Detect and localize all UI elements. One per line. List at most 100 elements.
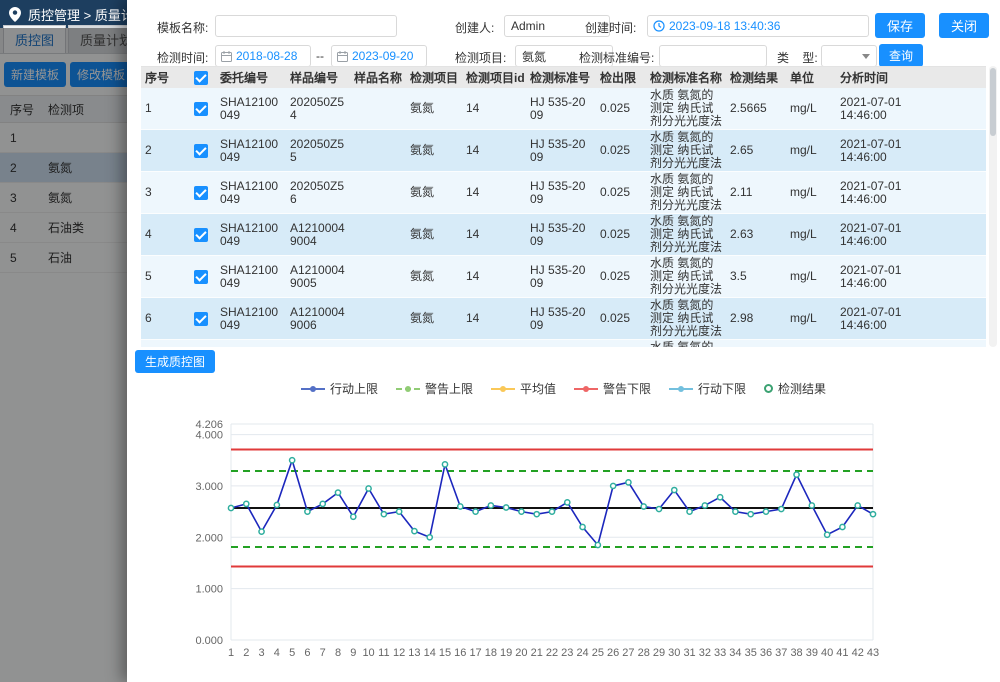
- header-result: 检测结果: [726, 67, 786, 88]
- svg-text:40: 40: [821, 647, 833, 659]
- breadcrumb-separator: >: [84, 8, 92, 23]
- table-row: 6SHA12100049A12100049006氨氮14HJ 535-20090…: [141, 298, 986, 340]
- legend-label: 行动上限: [330, 380, 378, 397]
- cell-detect-item: 氨氮: [406, 88, 462, 130]
- legend-item[interactable]: 平均值: [491, 380, 556, 397]
- legend-item[interactable]: 检测结果: [764, 380, 826, 397]
- detect-time-from-field[interactable]: [215, 45, 311, 67]
- legend-item[interactable]: 行动下限: [669, 380, 746, 397]
- svg-text:23: 23: [561, 647, 573, 659]
- cell-sample-no: A12100049006: [286, 298, 350, 340]
- cell-sample-no: A12100049005: [286, 256, 350, 298]
- chevron-down-icon: [862, 54, 870, 59]
- svg-text:43: 43: [867, 647, 879, 659]
- select-all-checkbox[interactable]: [194, 71, 208, 85]
- results-table: 序号 委托编号 样品编号 样品名称 检测项目 检测项目id 检测标准号 检出限 …: [141, 67, 986, 347]
- svg-text:13: 13: [408, 647, 420, 659]
- cell-unit: [786, 340, 836, 348]
- detect-time-to-input[interactable]: [352, 49, 421, 63]
- cell-analysis-time: 2021-07-01 14:46:00: [836, 256, 986, 298]
- row-checkbox[interactable]: [194, 228, 208, 242]
- cell-no: 5: [141, 256, 190, 298]
- cell-standard-no: HJ 535-2009: [526, 256, 596, 298]
- cell-sample-name: [350, 130, 406, 172]
- cell-unit: mg/L: [786, 88, 836, 130]
- svg-text:2.000: 2.000: [195, 532, 223, 544]
- breadcrumb-root[interactable]: 质控管理: [28, 8, 80, 23]
- cell-standard-name: 水质 氨氮的测定 纳氏试剂分光光度法: [646, 130, 726, 172]
- svg-text:14: 14: [424, 647, 436, 659]
- cell-item-id: 14: [462, 172, 526, 214]
- cell-no: 4: [141, 214, 190, 256]
- cell-result: 2.11: [726, 172, 786, 214]
- cell-no: 1: [141, 88, 190, 130]
- row-checkbox[interactable]: [194, 144, 208, 158]
- cell-sample-no: 202050Z54: [286, 88, 350, 130]
- results-table-wrap: 序号 委托编号 样品编号 样品名称 检测项目 检测项目id 检测标准号 检出限 …: [141, 66, 986, 347]
- detect-time-to-field[interactable]: [331, 45, 427, 67]
- standard-no-input[interactable]: [659, 45, 767, 67]
- row-checkbox[interactable]: [194, 102, 208, 116]
- cell-detect-item: 氨氮: [406, 172, 462, 214]
- cell-sample-name: [350, 172, 406, 214]
- creator-label: 创建人:: [455, 19, 494, 36]
- cell-item-id: 14: [462, 88, 526, 130]
- legend-item[interactable]: 警告上限: [396, 380, 473, 397]
- svg-text:2: 2: [243, 647, 249, 659]
- svg-text:11: 11: [378, 647, 389, 659]
- cell-item-id: 14: [462, 340, 526, 348]
- cell-detection-limit: 0.025: [596, 298, 646, 340]
- table-scrollbar-thumb[interactable]: [990, 68, 996, 136]
- header-detection-limit: 检出限: [596, 67, 646, 88]
- svg-text:35: 35: [745, 647, 757, 659]
- detect-item-label: 检测项目:: [455, 49, 506, 66]
- cell-sample-no: A121000490: [286, 340, 350, 348]
- cell-result: 2.63: [726, 214, 786, 256]
- cell-sample-name: [350, 340, 406, 348]
- legend-item[interactable]: 行动上限: [301, 380, 378, 397]
- cell-checkbox: [190, 298, 216, 340]
- table-row: 3SHA12100049202050Z56氨氮14HJ 535-20090.02…: [141, 172, 986, 214]
- create-time-field[interactable]: [647, 15, 869, 37]
- control-chart: 0.0001.0002.0003.0004.0004.2061234567891…: [143, 398, 993, 670]
- query-button[interactable]: 查询: [879, 44, 923, 67]
- cell-detect-item: 氨氮: [406, 214, 462, 256]
- close-button[interactable]: 关闭: [939, 13, 989, 38]
- create-time-input[interactable]: [669, 19, 863, 33]
- type-select[interactable]: [821, 45, 877, 67]
- svg-text:3.000: 3.000: [195, 481, 223, 493]
- svg-text:6: 6: [304, 647, 310, 659]
- cell-detection-limit: 0.025: [596, 214, 646, 256]
- cell-checkbox: [190, 214, 216, 256]
- svg-text:18: 18: [485, 647, 497, 659]
- type-label: 类 型:: [777, 49, 818, 66]
- row-checkbox[interactable]: [194, 186, 208, 200]
- row-checkbox[interactable]: [194, 312, 208, 326]
- table-row: 2SHA12100049202050Z55氨氮14HJ 535-20090.02…: [141, 130, 986, 172]
- table-scrollbar[interactable]: [989, 66, 997, 347]
- legend-label: 行动下限: [698, 380, 746, 397]
- cell-item-id: 14: [462, 298, 526, 340]
- detect-time-from-input[interactable]: [236, 49, 305, 63]
- cell-sample-no: 202050Z56: [286, 172, 350, 214]
- cell-checkbox: [190, 256, 216, 298]
- cell-detect-item: 氨氮: [406, 256, 462, 298]
- generate-qc-chart-button[interactable]: 生成质控图: [135, 350, 215, 373]
- legend-item[interactable]: 警告下限: [574, 380, 651, 397]
- create-time-label: 创建时间:: [585, 19, 636, 36]
- template-name-input[interactable]: [215, 15, 397, 37]
- cell-standard-name: 水质 氨氮的测定 纳氏试剂分光光度法: [646, 214, 726, 256]
- row-checkbox[interactable]: [194, 270, 208, 284]
- cell-detection-limit: 0.025: [596, 340, 646, 348]
- cell-standard-name: 水质 氨氮的测定 纳氏试剂分光光度法: [646, 298, 726, 340]
- cell-detect-item: 氨氮: [406, 130, 462, 172]
- svg-text:21: 21: [531, 647, 543, 659]
- save-button[interactable]: 保存: [875, 13, 925, 38]
- svg-text:33: 33: [714, 647, 726, 659]
- svg-text:25: 25: [592, 647, 604, 659]
- svg-text:26: 26: [607, 647, 619, 659]
- cell-checkbox: [190, 130, 216, 172]
- cell-no: 6: [141, 298, 190, 340]
- svg-text:31: 31: [683, 647, 695, 659]
- location-pin-icon: [9, 7, 21, 22]
